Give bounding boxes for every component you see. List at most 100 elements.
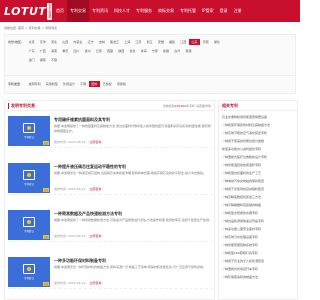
region-option[interactable]: 陕西: [116, 48, 127, 54]
related-patent-link[interactable]: 一种高效节能的空气净化装置专利: [222, 131, 296, 136]
nav-patent-service[interactable]: 专利服务: [133, 0, 155, 22]
thumbnail-badge: 交易: [42, 188, 49, 192]
sidebar-title: 相关专利: [219, 101, 297, 111]
nav-login[interactable]: 登录: [217, 0, 231, 22]
related-patent-link[interactable]: 一种用于家庭的智能垃圾分类箱: [222, 139, 296, 144]
region-option[interactable]: 西藏: [104, 48, 115, 54]
patent-thumbnail[interactable]: 专利转让 交易: [8, 163, 50, 193]
nav-patent-trade[interactable]: 专利交易: [67, 0, 89, 22]
type-option[interactable]: 外观设计: [60, 81, 77, 87]
nav-trademark-trade[interactable]: 商标交易: [155, 0, 177, 22]
related-patent-link[interactable]: 一种新型太阳能热水器专利: [222, 211, 296, 216]
related-patent-link[interactable]: 一种环保型涂料的制备方法: [222, 275, 296, 280]
related-patent-link[interactable]: 一种便携式折叠自行车专利: [222, 267, 296, 272]
consult-link[interactable]: 立即咨询: [89, 234, 101, 238]
related-patent-link[interactable]: 一种便携式医疗急救箱的设计专利: [222, 155, 296, 160]
related-patent-link[interactable]: 一种新型纺织面料的生产工艺: [222, 171, 296, 176]
region-option[interactable]: 天津: [37, 39, 48, 45]
region-option-all[interactable]: 不限: [48, 57, 59, 63]
region-option[interactable]: 安徽: [155, 39, 166, 45]
consult-link[interactable]: 立即咨询: [89, 140, 101, 144]
related-patent-link[interactable]: 一种智能温控加热保温杯专利: [222, 163, 296, 168]
related-patent-link[interactable]: 一种用于养殖场的自动喂料装置: [222, 187, 296, 192]
related-patent-link[interactable]: 一种用于农业的无人机喷洒装置: [222, 259, 296, 264]
region-option[interactable]: 江苏: [133, 39, 144, 45]
patent-thumbnail[interactable]: 专利转让 交易: [8, 257, 50, 287]
region-option[interactable]: 广西: [37, 48, 48, 54]
region-option[interactable]: 宁夏: [149, 48, 160, 54]
breadcrumb-home[interactable]: 首页: [18, 26, 24, 30]
region-option[interactable]: 广东: [26, 48, 37, 54]
patent-title-link[interactable]: 专用碳纤维素抗菌面料及其专利: [54, 117, 110, 123]
region-option[interactable]: 浙江: [144, 39, 155, 45]
region-option[interactable]: 江西: [178, 39, 189, 45]
related-patent-link[interactable]: 一种多功能儿童安全座椅专利: [222, 227, 296, 232]
logo-badge-bottom: 交易网: [48, 8, 52, 19]
related-patent-link[interactable]: 新型多功能办公桌椅组合专利: [222, 147, 296, 152]
region-option[interactable]: 辽宁: [85, 39, 96, 45]
region-option[interactable]: 山西: [60, 39, 71, 45]
region-option[interactable]: 福建: [166, 39, 177, 45]
region-option[interactable]: 上海: [122, 39, 133, 45]
region-option[interactable]: 河南: [200, 39, 211, 45]
consult-link[interactable]: 立即咨询: [89, 281, 101, 285]
region-option[interactable]: 台湾: [172, 48, 183, 54]
consult-link[interactable]: 立即咨询: [89, 187, 101, 191]
region-option[interactable]: 黑龙江: [107, 39, 121, 45]
related-patent-link[interactable]: 一种高效污水处理设备专利: [222, 235, 296, 240]
type-option[interactable]: 实用新型: [43, 81, 60, 87]
type-option-selected[interactable]: 国外: [88, 81, 101, 87]
region-option[interactable]: 重庆: [60, 48, 71, 54]
region-option[interactable]: 新疆: [160, 48, 171, 54]
region-option[interactable]: 海南: [48, 48, 59, 54]
related-patent-link[interactable]: 一种高精度数控机床加工方法: [222, 195, 296, 200]
related-patent-link[interactable]: 一种智能家居控制系统专利: [222, 243, 296, 248]
nav-home[interactable]: 首页: [53, 0, 67, 22]
nav-ip-manager[interactable]: IP管家: [199, 0, 217, 22]
nav-tech-talent[interactable]: 科技人才: [111, 0, 133, 22]
type-option[interactable]: 发明专利: [26, 81, 43, 87]
related-patent-link[interactable]: 一种电动汽车充电桩的保护装置: [222, 179, 296, 184]
patent-title-link[interactable]: 一种提升液压阀芯往复运动平稳性的专利: [54, 164, 126, 170]
patent-list-item[interactable]: 专利转让 交易 专用碳纤维素抗菌面料及其专利 摘要:本发明提供了一种抗菌面料及其…: [8, 113, 213, 148]
region-option[interactable]: 云南: [93, 48, 104, 54]
region-option[interactable]: 吉林: [96, 39, 107, 45]
related-patent-link[interactable]: 农业水果种植用智能灌溉施肥设备: [222, 115, 296, 120]
region-option[interactable]: 澳门: [26, 57, 37, 63]
thumbnail-caption: 专利转让: [23, 277, 34, 280]
thumbnail-badge: 交易: [42, 141, 49, 145]
related-patent-link[interactable]: 一种食品检测用快速试剂盒专利: [222, 219, 296, 224]
related-patent-link[interactable]: 一种新型LED照明灯具专利: [222, 251, 296, 256]
related-patent-link[interactable]: 一种可降解塑料包装袋的制备: [222, 203, 296, 208]
region-option[interactable]: 内蒙古: [71, 39, 85, 45]
nav-register[interactable]: 注册: [231, 0, 245, 22]
patent-list-item[interactable]: 专利转让 交易 一种简易数据及产品快速检测方法专利 摘要:本发明提供了一种简易数…: [8, 207, 213, 242]
patent-list-panel: 发明专利交易 当前找到240460条专利,请查看详情 专利转让 交易 专用碳纤维…: [4, 100, 215, 300]
type-option[interactable]: 已授权: [100, 81, 114, 87]
nav-patent-custody[interactable]: 专利托管: [177, 0, 199, 22]
patent-list-item[interactable]: 专利转让 交易 一种多功能环保材料制备专利 摘要:本发明涉及一种环保材料的制备方…: [8, 254, 213, 289]
patent-title-link[interactable]: 一种多功能环保材料制备专利: [54, 258, 106, 264]
region-option-selected[interactable]: 山东: [188, 39, 201, 45]
region-option[interactable]: 贵州: [82, 48, 93, 54]
result-count-suffix: 条专利,请查看详情: [186, 103, 211, 108]
region-option[interactable]: 湖北: [211, 39, 222, 45]
related-patent-link[interactable]: 一种新型环保建筑材料及其制备方法: [222, 123, 296, 128]
region-option[interactable]: 甘肃: [127, 48, 138, 54]
region-option[interactable]: 四川: [71, 48, 82, 54]
site-logo[interactable]: LOTUT 专利 交易网: [4, 2, 53, 20]
region-option[interactable]: 北京: [26, 39, 37, 45]
region-option[interactable]: 青海: [138, 48, 149, 54]
breadcrumb: 当前位置: 首页 > 专利交易 > 专利列表: [4, 26, 57, 30]
nav-patent-news[interactable]: 专利资讯: [89, 0, 111, 22]
patent-list-item[interactable]: 专利转让 交易 一种提升液压阀芯往复运动平稳性的专利 摘要:本发明涉及一种液压阀…: [8, 160, 213, 195]
region-option[interactable]: 湖南: [37, 57, 48, 63]
breadcrumb-patent-trade[interactable]: 专利交易: [29, 26, 41, 30]
patent-thumbnail[interactable]: 专利转让 交易: [8, 116, 50, 146]
region-option[interactable]: 河北: [48, 39, 59, 45]
patent-thumbnail[interactable]: 专利转让 交易: [8, 210, 50, 240]
patent-title-link[interactable]: 一种简易数据及产品快速检测方法专利: [54, 211, 122, 217]
type-option[interactable]: 待授权: [114, 81, 128, 87]
type-option[interactable]: 不限: [78, 81, 89, 87]
region-option[interactable]: 香港: [183, 48, 194, 54]
